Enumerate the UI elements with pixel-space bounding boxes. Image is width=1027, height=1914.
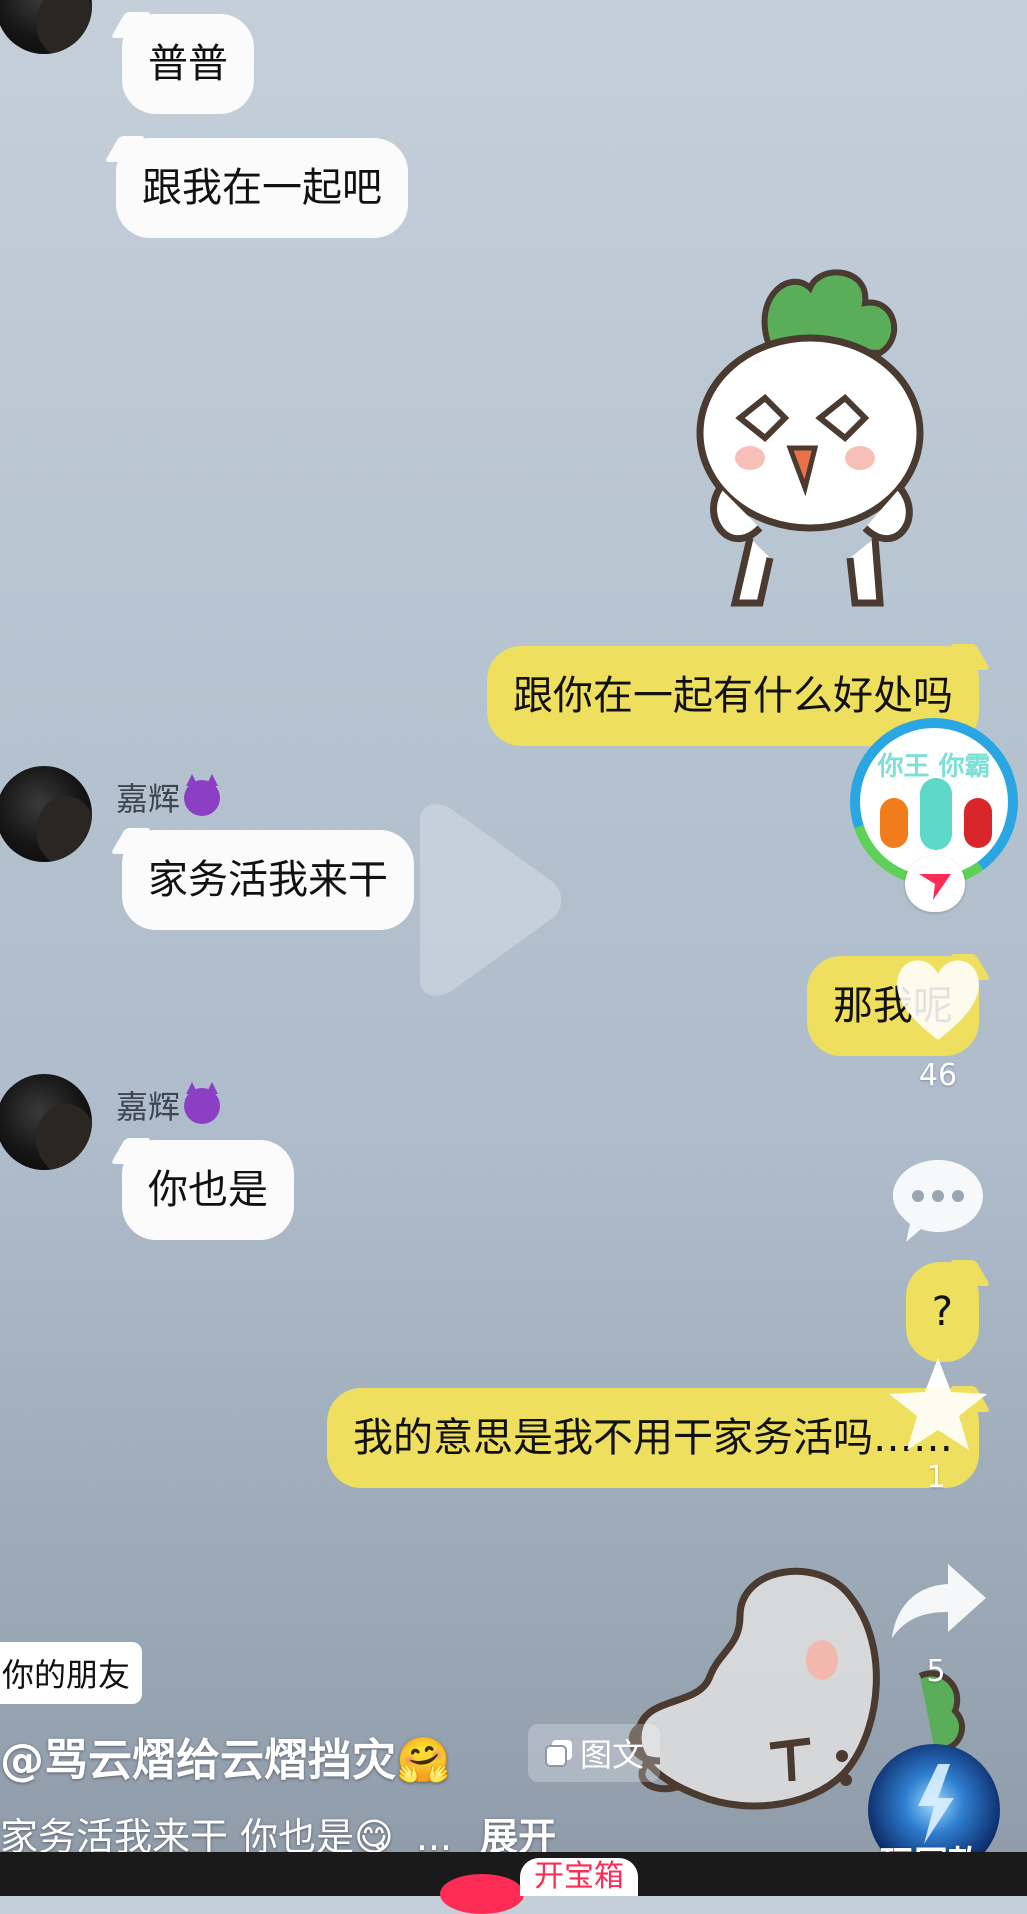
message-bubble-left: 普普 [122,14,254,114]
hug-emoji-icon: 🤗 [396,1735,451,1786]
sender-name: 嘉辉 [116,1082,221,1128]
star-icon[interactable] [885,1354,991,1454]
follow-arrow-icon [919,874,951,900]
message-bubble-right: 我的意思是我不用干家务活吗…… [327,1388,979,1488]
image-text-tag: 图文 [528,1724,661,1782]
devil-emoji-icon [184,774,221,816]
message-bubble-left: 跟我在一起吧 [116,138,408,238]
like-count: 46 [918,1058,958,1093]
gallery-icon [545,1740,572,1767]
share-count: 5 [926,1654,946,1689]
radish-sticker-image [696,269,924,607]
share-icon[interactable] [886,1556,992,1646]
message-bubble-left: 家务活我来干 [122,830,414,930]
heart-icon[interactable] [888,952,988,1048]
sender-avatar[interactable] [0,1074,92,1170]
sender-name: 嘉辉 [116,774,221,820]
treasure-button[interactable]: 开宝箱 [520,1858,638,1896]
friend-tag: 你的朋友 [0,1642,143,1704]
sender-avatar[interactable] [0,766,92,862]
follow-plus-button[interactable] [905,856,965,912]
devil-emoji-icon [184,1082,221,1124]
comment-icon[interactable] [888,1152,988,1248]
message-bubble-left: 你也是 [122,1140,294,1240]
contact-avatar[interactable] [0,0,92,54]
treasure-red-shape [440,1874,524,1914]
author-name-link[interactable]: @骂云熠给云熠挡灾🤗 [0,1724,451,1788]
favorite-count: 1 [926,1460,946,1495]
message-bubble-right: ? [905,1262,979,1362]
play-icon[interactable] [400,800,570,1000]
